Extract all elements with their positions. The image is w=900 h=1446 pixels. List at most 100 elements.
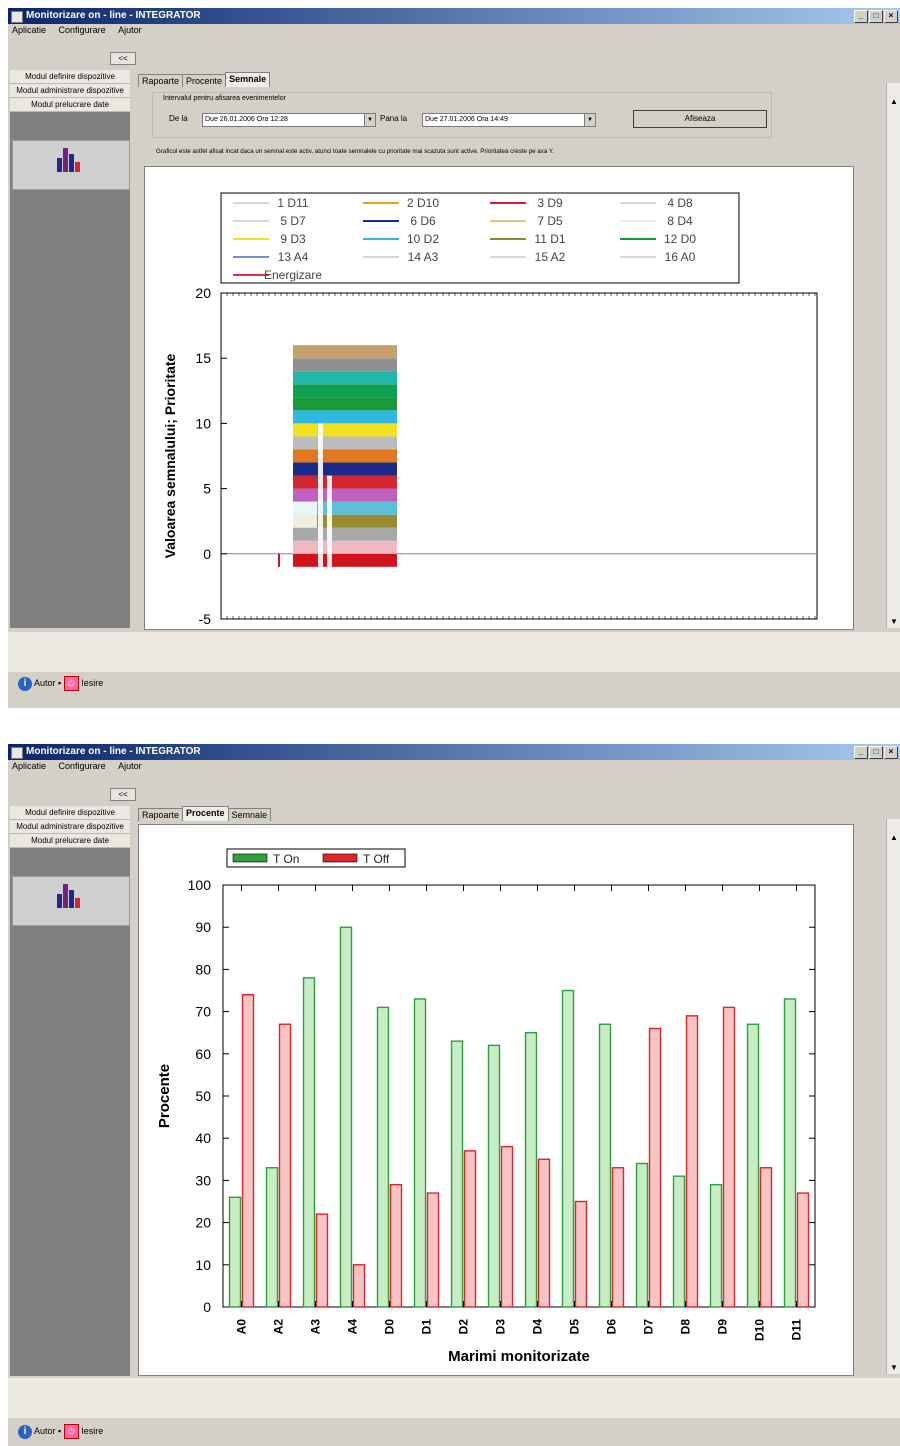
- signal-band: [293, 384, 397, 398]
- vertical-scrollbar[interactable]: ▲ ▼: [886, 83, 900, 628]
- close-button[interactable]: ×: [884, 10, 898, 23]
- y-tick-label: 15: [195, 350, 211, 366]
- menu-configurare[interactable]: Configurare: [59, 761, 106, 771]
- menu-bar: Aplicatie Configurare Ajutor: [8, 761, 900, 775]
- exit-label[interactable]: Iesire: [81, 1426, 103, 1436]
- to-date-select[interactable]: Due 27.01.2006 Ora 14:49 ▼: [422, 113, 596, 127]
- menu-bar: Aplicatie Configurare Ajutor: [8, 25, 900, 39]
- scroll-down-icon[interactable]: ▼: [890, 617, 898, 626]
- signal-band: [293, 423, 397, 437]
- x-tick-label: D6: [605, 1319, 619, 1335]
- tab-procente[interactable]: Procente: [182, 74, 227, 87]
- bar: [611, 1167, 625, 1308]
- sidebar-item-administrare[interactable]: Modul administrare dispozitive: [10, 820, 130, 834]
- legend-label: 2 D10: [407, 196, 439, 210]
- y-tick-label: -5: [199, 611, 212, 627]
- signal-band: [293, 397, 397, 411]
- exit-icon[interactable]: ⏻: [63, 1424, 79, 1439]
- y-tick-label: 5: [203, 481, 211, 497]
- bar: [278, 1023, 292, 1308]
- legend-label: 14 A3: [408, 250, 439, 264]
- x-tick-label: D1: [420, 1319, 434, 1335]
- sidebar-chart-module[interactable]: [12, 876, 130, 926]
- y-tick-label: 10: [195, 1257, 211, 1273]
- x-tick-label: A2: [272, 1319, 286, 1335]
- signals-chart-panel: 1 D11 2 D10 3 D9 4 D8 5 D7 6 D6 7 D5 8 D4 9 D3 10…: [144, 166, 854, 630]
- collapse-sidebar-button[interactable]: <<: [110, 52, 136, 65]
- exit-label[interactable]: Iesire: [81, 678, 103, 688]
- menu-ajutor[interactable]: Ajutor: [118, 25, 142, 35]
- legend-label: 10 D2: [407, 232, 439, 246]
- signals-note: Graficul este astfel afisat incat daca u…: [156, 148, 554, 155]
- bar: [241, 994, 255, 1308]
- x-tick-label: D10: [753, 1319, 767, 1341]
- y-tick-label: 50: [195, 1088, 211, 1104]
- help-label[interactable]: Autor: [34, 1426, 56, 1436]
- minimize-button[interactable]: _: [854, 746, 868, 759]
- menu-configurare[interactable]: Configurare: [59, 25, 106, 35]
- bar: [796, 1192, 810, 1308]
- bar: [648, 1027, 662, 1308]
- x-tick-label: D4: [531, 1319, 545, 1335]
- maximize-button[interactable]: □: [869, 746, 883, 759]
- menu-aplicatie[interactable]: Aplicatie: [12, 761, 46, 771]
- sidebar-item-definire[interactable]: Modul definire dispozitive: [10, 806, 130, 820]
- tab-procente[interactable]: Procente: [182, 806, 229, 821]
- help-label[interactable]: Autor: [34, 678, 56, 688]
- from-date-select[interactable]: Due 26.01.2006 Ora 12:28 ▼: [202, 113, 376, 127]
- app-icon: [11, 11, 23, 23]
- signal-band: [293, 449, 397, 463]
- bar: [537, 1158, 551, 1308]
- x-tick-label: A3: [309, 1319, 323, 1335]
- signal-gap: [318, 423, 323, 567]
- x-tick-label: D2: [457, 1319, 471, 1335]
- tab-rapoarte[interactable]: Rapoarte: [138, 808, 184, 821]
- bar: [635, 1162, 649, 1308]
- sidebar-item-definire[interactable]: Modul definire dispozitive: [10, 70, 130, 84]
- bar: [450, 1040, 464, 1308]
- maximize-button[interactable]: □: [869, 10, 883, 23]
- bar: [783, 998, 797, 1308]
- close-button[interactable]: ×: [884, 746, 898, 759]
- x-axis-label: Marimi monitorizate: [448, 1348, 590, 1365]
- scroll-up-icon[interactable]: ▲: [890, 833, 898, 842]
- chevron-down-icon[interactable]: ▼: [364, 114, 375, 126]
- window-title: Monitorizare on - line - INTEGRATOR: [26, 10, 201, 21]
- scroll-up-icon[interactable]: ▲: [890, 97, 898, 106]
- legend-label: 6 D6: [410, 214, 436, 228]
- y-tick-label: 60: [195, 1046, 211, 1062]
- info-icon[interactable]: i: [18, 1424, 32, 1439]
- bar: [265, 1167, 279, 1308]
- sidebar-item-prelucrare[interactable]: Modul prelucrare date: [10, 98, 130, 112]
- menu-ajutor[interactable]: Ajutor: [118, 761, 142, 771]
- bottom-panel: [8, 1378, 900, 1418]
- exit-icon[interactable]: ⏻: [63, 676, 79, 691]
- sidebar-item-prelucrare[interactable]: Modul prelucrare date: [10, 834, 130, 848]
- bar: [376, 1006, 390, 1308]
- tab-strip: Rapoarte Procente Semnale: [138, 806, 272, 823]
- bar: [228, 1196, 242, 1308]
- bar: [426, 1192, 440, 1308]
- bar: [574, 1200, 588, 1308]
- from-label: De la: [169, 114, 188, 123]
- legend-label: 11 D1: [534, 232, 565, 246]
- chevron-down-icon[interactable]: ▼: [584, 114, 595, 126]
- tab-rapoarte[interactable]: Rapoarte: [138, 74, 184, 87]
- tab-semnale[interactable]: Semnale: [225, 72, 271, 87]
- minimize-button[interactable]: _: [854, 10, 868, 23]
- info-icon[interactable]: i: [18, 676, 32, 691]
- x-tick-label: A0: [235, 1319, 249, 1335]
- afiseaza-button[interactable]: Afiseaza: [633, 110, 767, 128]
- vertical-scrollbar[interactable]: ▲ ▼: [886, 819, 900, 1374]
- scroll-down-icon[interactable]: ▼: [890, 1363, 898, 1372]
- menu-aplicatie[interactable]: Aplicatie: [12, 25, 46, 35]
- sidebar-item-administrare[interactable]: Modul administrare dispozitive: [10, 84, 130, 98]
- y-tick-label: 100: [188, 877, 212, 893]
- collapse-sidebar-button[interactable]: <<: [110, 788, 136, 801]
- tab-semnale[interactable]: Semnale: [227, 808, 272, 821]
- legend-label: 7 D5: [537, 214, 563, 228]
- title-bar: Monitorizare on - line - INTEGRATOR _ □ ×: [8, 744, 900, 760]
- app-window-signals: Monitorizare on - line - INTEGRATOR _ □ × …: [8, 8, 900, 708]
- sidebar-chart-module[interactable]: [12, 140, 130, 190]
- x-tick-label: D7: [642, 1319, 656, 1335]
